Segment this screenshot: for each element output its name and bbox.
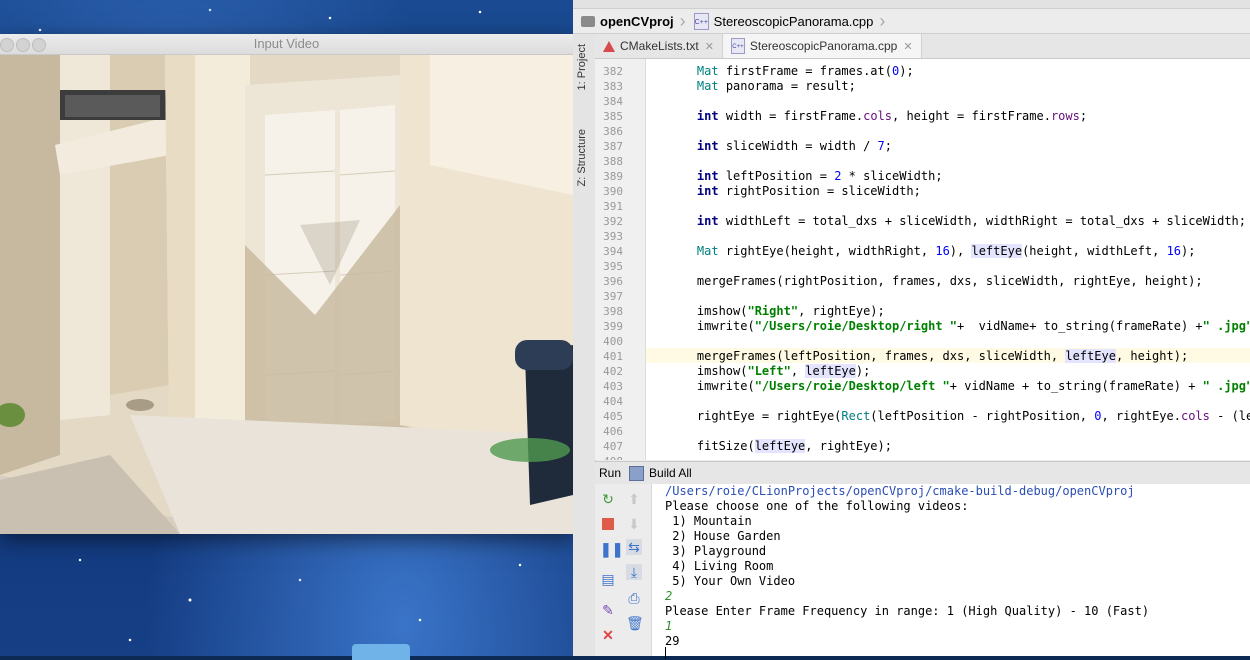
code-line: imwrite("/Users/roie/Desktop/right "+ vi… [668, 319, 1250, 333]
line-number: 387 [603, 140, 623, 153]
folder-icon[interactable] [352, 644, 410, 660]
breadcrumb: openCVproj › C++ StereoscopicPanorama.cp… [573, 9, 1250, 34]
video-titlebar[interactable]: Input Video [0, 34, 573, 55]
print-icon[interactable]: ⎙ [626, 590, 642, 606]
pin-icon[interactable]: ✎ [600, 602, 616, 618]
line-number: 397 [603, 290, 623, 303]
console-user-input: 2 [665, 589, 673, 603]
cpp-file-icon: C++ [730, 38, 745, 54]
folder-icon [581, 15, 595, 27]
code-line: imshow("Right", rightEye); [668, 304, 885, 318]
line-number: 394 [603, 245, 623, 258]
code-line: Mat rightEye(height, widthRight, 16), le… [696, 244, 1196, 258]
line-number: 395 [603, 260, 623, 273]
close-icon[interactable]: ✕ [600, 627, 616, 643]
line-number: 386 [603, 125, 623, 138]
console-line: 29 [665, 634, 680, 648]
ide-toolbar [573, 0, 1250, 9]
code-editor[interactable]: 382 383 384 385 386 387 388 389 390 391 … [595, 59, 1250, 460]
console-line: 3) Playground [665, 544, 767, 558]
code-line: mergeFrames(rightPosition, frames, dxs, … [668, 274, 1203, 288]
line-number: 388 [603, 155, 623, 168]
line-number: 403 [603, 380, 623, 393]
line-number: 408 [595, 454, 623, 460]
console-line: 1) Mountain [665, 514, 752, 528]
breadcrumb-project[interactable]: openCVproj [573, 9, 680, 33]
console-line: 4) Living Room [665, 559, 774, 573]
code-line: rightEye = rightEye(Rect(leftPosition - … [668, 409, 1250, 423]
code-line: int leftPosition = 2 * sliceWidth; [696, 169, 943, 183]
line-number: 400 [603, 335, 623, 348]
line-number: 398 [603, 305, 623, 318]
line-number: 384 [603, 95, 623, 108]
console-line: Please Enter Frame Frequency in range: 1… [665, 604, 1150, 618]
soft-wrap-icon[interactable]: ⇆ [626, 539, 642, 555]
line-number: 383 [603, 80, 623, 93]
pause-icon[interactable]: ❚❚ [600, 541, 623, 557]
code-line: fitSize(leftEye, rightEye); [668, 439, 892, 453]
console-path: /Users/roie/CLionProjects/openCVproj/cma… [665, 484, 1135, 498]
left-tool-strip: 1: Project Z: Structure [573, 34, 596, 656]
line-number: 382 [603, 65, 623, 78]
console-toolbar: ⬆ ⬇ ⇆ ⤓ ⎙ 🗑 [621, 484, 652, 656]
run-config-tab[interactable]: Build All [649, 466, 692, 480]
code-line: int width = firstFrame.cols, height = fi… [696, 109, 1088, 123]
line-number: 401 [603, 350, 623, 363]
run-console[interactable]: /Users/roie/CLionProjects/openCVproj/cma… [652, 484, 1250, 659]
line-number: 390 [603, 185, 623, 198]
stop-icon[interactable] [600, 516, 616, 532]
rerun-icon[interactable]: ↻ [600, 491, 616, 507]
line-number: 392 [603, 215, 623, 228]
line-number: 393 [603, 230, 623, 243]
tab-stereoscopicpanorama[interactable]: C++ StereoscopicPanorama.cpp ✕ [722, 34, 922, 58]
text-cursor [665, 647, 666, 659]
line-number: 402 [603, 365, 623, 378]
console-user-input: 1 [665, 619, 673, 633]
layout-icon[interactable]: ▤ [600, 571, 616, 587]
line-number: 405 [603, 410, 623, 423]
breadcrumb-file[interactable]: C++ StereoscopicPanorama.cpp [686, 9, 880, 33]
run-toolbar: ↻ ❚❚ ▤ ✎ ✕ [595, 484, 623, 656]
run-panel-label: Run [599, 466, 622, 480]
up-arrow-icon[interactable]: ⬆ [626, 491, 642, 507]
cpp-file-icon: C++ [693, 12, 709, 30]
tab-cmakelists[interactable]: CMakeLists.txt ✕ [595, 34, 723, 58]
code-line: mergeFrames(leftPosition, frames, dxs, s… [668, 349, 1189, 363]
code-line: int sliceWidth = width / 7; [696, 139, 893, 153]
cmake-icon [603, 40, 615, 52]
code-line: Mat panorama = result; [696, 79, 856, 93]
console-line: 5) Your Own Video [665, 574, 796, 588]
line-number: 385 [603, 110, 623, 123]
build-config-icon [629, 465, 645, 481]
console-line: Please choose one of the following video… [665, 499, 969, 513]
ide-window: openCVproj › C++ StereoscopicPanorama.cp… [573, 0, 1250, 659]
console-line: 2) House Garden [665, 529, 781, 543]
line-number: 404 [603, 395, 623, 408]
line-number: 407 [603, 440, 623, 453]
video-frame [0, 55, 573, 534]
breadcrumb-separator: › [879, 11, 886, 31]
video-window-title: Input Video [253, 36, 320, 51]
close-icon[interactable]: ✕ [903, 40, 912, 53]
editor-tabs: CMakeLists.txt ✕ C++ StereoscopicPanoram… [595, 34, 1250, 59]
house-porch-image [0, 55, 573, 534]
line-number: 389 [603, 170, 623, 183]
trash-icon[interactable]: 🗑 [626, 615, 644, 631]
code-line: imwrite("/Users/roie/Desktop/left "+ vid… [668, 379, 1250, 393]
line-number: 406 [603, 425, 623, 438]
code-line: int widthLeft = total_dxs + sliceWidth, … [696, 214, 1246, 228]
project-tool-tab[interactable]: 1: Project [576, 44, 588, 90]
line-number: 396 [603, 275, 623, 288]
code-line: imshow("Left", leftEye); [668, 364, 871, 378]
structure-tool-tab[interactable]: Z: Structure [576, 129, 588, 186]
code-line: int rightPosition = sliceWidth; [696, 184, 921, 198]
line-number: 399 [603, 320, 623, 333]
video-window[interactable]: Input Video [0, 34, 573, 534]
run-panel-header: Run Build All [595, 461, 1250, 485]
line-number: 391 [603, 200, 623, 213]
scroll-end-icon[interactable]: ⤓ [626, 564, 642, 580]
code-line: Mat firstFrame = frames.at(0); [696, 64, 914, 78]
close-icon[interactable]: ✕ [705, 40, 714, 53]
down-arrow-icon[interactable]: ⬇ [626, 516, 642, 532]
